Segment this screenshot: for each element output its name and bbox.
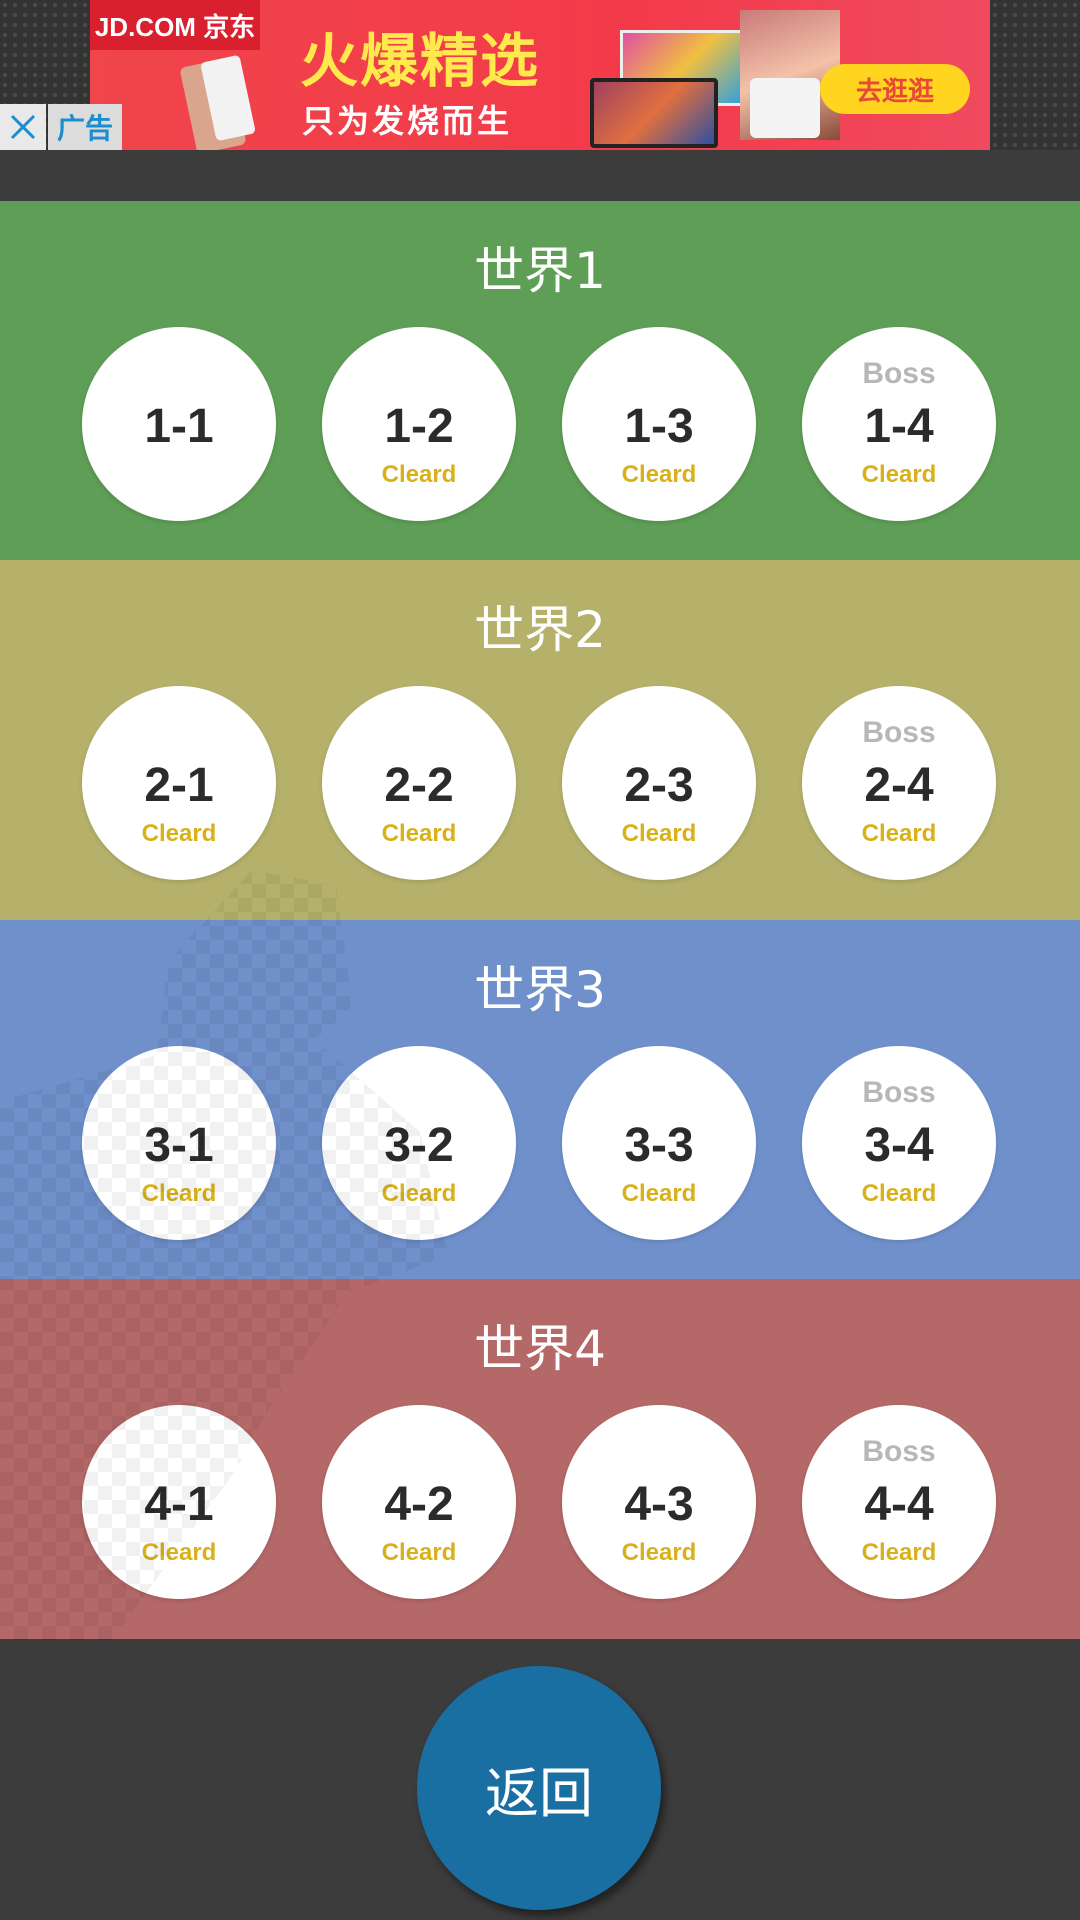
level-status: Cleard [861,461,937,488]
boss-label: Boss [862,357,936,390]
level-status: Cleard [381,1539,457,1566]
ad-laptop-image [590,78,718,148]
world-section-3: 世界3 3-1 Cleard 3-2 Cleard 3-3 Cleard Boss 3-4 Cle… [0,920,1080,1279]
level-status: Cleard [621,461,697,488]
level-status: Cleard [861,820,937,847]
level-status: Cleard [141,820,217,847]
level-number: 2-2 [384,759,454,812]
level-number: 2-4 [864,759,934,812]
level-button-3-4[interactable]: Boss 3-4 Cleard [802,1046,996,1240]
level-number: 1-4 [864,400,934,453]
level-button-1-4[interactable]: Boss 1-4 Cleard [802,327,996,521]
level-button-2-1[interactable]: 2-1 Cleard [82,686,276,880]
ad-headline: 火爆精选 [300,27,541,95]
level-status: Cleard [621,1539,697,1566]
level-number: 2-3 [624,759,694,812]
level-status: Cleard [381,820,457,847]
world-section-2: 世界2 2-1 Cleard 2-2 Cleard 2-3 Cleard Boss 2-4 Cle… [0,560,1080,920]
boss-label: Boss [862,1435,936,1468]
ad-brand-logo: JD.COM 京东 [90,0,260,50]
level-number: 3-3 [624,1119,694,1172]
boss-label: Boss [862,716,936,749]
level-number: 1-3 [624,400,694,453]
ad-subline: 只为发烧而生 [302,102,513,140]
level-number: 4-4 [864,1478,934,1531]
level-status: Cleard [381,461,457,488]
world-section-1: 世界1 1-1 1-2 Cleard 1-3 Cleard Boss 1-4 Cleard [0,201,1080,560]
level-number: 3-1 [144,1119,214,1172]
level-status: Cleard [381,1180,457,1207]
level-button-3-1[interactable]: 3-1 Cleard [82,1046,276,1240]
level-status: Cleard [621,820,697,847]
level-button-1-1[interactable]: 1-1 [82,327,276,521]
level-button-1-2[interactable]: 1-2 Cleard [322,327,516,521]
level-number: 2-1 [144,759,214,812]
level-number: 3-4 [864,1119,934,1172]
world-title: 世界1 [474,242,606,300]
level-button-4-2[interactable]: 4-2 Cleard [322,1405,516,1599]
ad-banner[interactable]: JD.COM 京东 火爆精选 只为发烧而生 去逛逛 [90,0,990,150]
level-number: 4-2 [384,1478,454,1531]
ad-close-button[interactable] [0,104,46,150]
level-status: Cleard [141,1180,217,1207]
level-status: Cleard [861,1180,937,1207]
close-icon [10,114,36,140]
level-button-3-3[interactable]: 3-3 Cleard [562,1046,756,1240]
level-button-2-3[interactable]: 2-3 Cleard [562,686,756,880]
ad-cta-button[interactable]: 去逛逛 [820,64,970,114]
level-button-4-1[interactable]: 4-1 Cleard [82,1405,276,1599]
level-button-2-4[interactable]: Boss 2-4 Cleard [802,686,996,880]
world-title: 世界2 [474,601,606,659]
world-title: 世界3 [474,961,606,1019]
world-title: 世界4 [474,1320,606,1378]
level-number: 1-1 [144,400,214,453]
level-status: Cleard [141,1539,217,1566]
level-number: 3-2 [384,1119,454,1172]
boss-label: Boss [862,1076,936,1109]
level-button-4-4[interactable]: Boss 4-4 Cleard [802,1405,996,1599]
level-number: 4-3 [624,1478,694,1531]
world-section-4: 世界4 4-1 Cleard 4-2 Cleard 4-3 Cleard Boss 4-4 Cle… [0,1279,1080,1639]
level-button-3-2[interactable]: 3-2 Cleard [322,1046,516,1240]
ad-label: 广告 [48,104,122,150]
back-button[interactable]: 返回 [417,1666,661,1910]
level-number: 1-2 [384,400,454,453]
level-button-2-2[interactable]: 2-2 Cleard [322,686,516,880]
ad-router-image [750,78,820,138]
level-status: Cleard [621,1180,697,1207]
level-number: 4-1 [144,1478,214,1531]
level-button-4-3[interactable]: 4-3 Cleard [562,1405,756,1599]
level-status: Cleard [861,1539,937,1566]
level-button-1-3[interactable]: 1-3 Cleard [562,327,756,521]
